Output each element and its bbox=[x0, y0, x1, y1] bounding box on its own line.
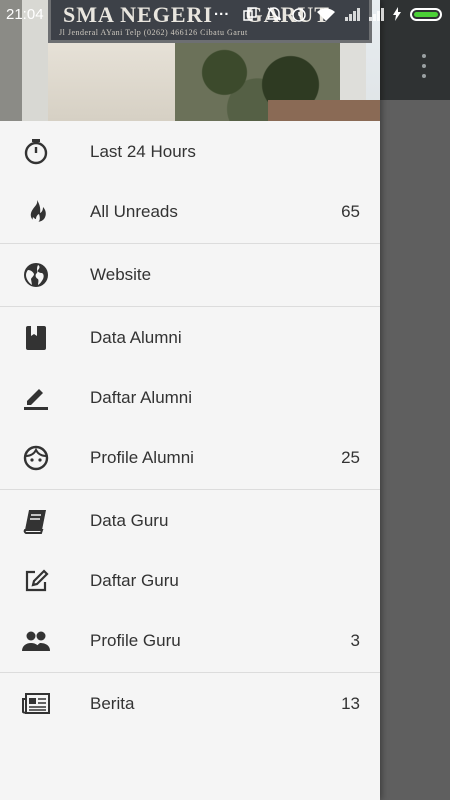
charging-icon bbox=[393, 7, 401, 21]
drawer-menu: Last 24 Hours All Unreads 65 Website Data Al… bbox=[0, 121, 380, 735]
menu-item-berita[interactable]: Berita 13 bbox=[0, 674, 380, 734]
book-icon bbox=[22, 507, 50, 535]
alarm-off-icon bbox=[266, 7, 282, 21]
battery-icon bbox=[410, 7, 442, 21]
alarm-clock-icon bbox=[292, 8, 306, 22]
menu-item-label: Data Guru bbox=[90, 511, 169, 530]
status-time: 21:04 bbox=[6, 6, 44, 23]
menu-item-last-24-hours[interactable]: Last 24 Hours bbox=[0, 122, 380, 182]
menu-item-label: Website bbox=[90, 265, 152, 284]
copy-icon bbox=[243, 7, 257, 21]
navigation-drawer: SMA NEGERI GARUT Jl Jenderal AYani Telp … bbox=[0, 0, 380, 800]
menu-item-label: Profile Alumni bbox=[90, 448, 194, 467]
menu-section: Data Alumni Daftar Alumni Profile Alumni 25 bbox=[0, 307, 380, 490]
menu-section: Last 24 Hours All Unreads 65 bbox=[0, 121, 380, 244]
unread-count: 65 bbox=[341, 202, 360, 221]
menu-section: Berita 13 bbox=[0, 673, 380, 735]
menu-item-data-alumni[interactable]: Data Alumni bbox=[0, 308, 380, 368]
menu-item-profile-alumni[interactable]: Profile Alumni 25 bbox=[0, 428, 380, 488]
pencil-icon bbox=[22, 384, 50, 412]
menu-item-label: Daftar Alumni bbox=[90, 388, 193, 407]
globe-icon bbox=[22, 261, 50, 289]
menu-item-label: Daftar Guru bbox=[90, 571, 179, 590]
signal-bars-icon-2 bbox=[369, 7, 384, 21]
signal-bars-icon bbox=[345, 7, 360, 21]
menu-item-label: Last 24 Hours bbox=[90, 142, 196, 161]
unread-count: 3 bbox=[350, 631, 360, 650]
menu-section: Data Guru Daftar Guru Profile Guru 3 bbox=[0, 490, 380, 673]
menu-item-label: Berita bbox=[90, 694, 135, 713]
menu-section: Website bbox=[0, 244, 380, 307]
status-dots: ... bbox=[214, 2, 230, 19]
fire-icon bbox=[22, 198, 50, 226]
menu-item-daftar-alumni[interactable]: Daftar Alumni bbox=[0, 368, 380, 428]
overflow-menu-icon[interactable] bbox=[416, 54, 432, 78]
unread-count: 25 bbox=[341, 448, 360, 467]
people-icon bbox=[22, 627, 50, 655]
menu-item-data-guru[interactable]: Data Guru bbox=[0, 491, 380, 551]
menu-item-label: Profile Guru bbox=[90, 631, 181, 650]
face-icon bbox=[22, 444, 50, 472]
newspaper-icon bbox=[22, 690, 50, 718]
menu-item-label: All Unreads bbox=[90, 202, 178, 221]
menu-item-website[interactable]: Website bbox=[0, 245, 380, 305]
menu-item-daftar-guru[interactable]: Daftar Guru bbox=[0, 551, 380, 611]
status-bar: 21:04 ... bbox=[0, 0, 450, 30]
edit-square-icon bbox=[22, 567, 50, 595]
menu-item-profile-guru[interactable]: Profile Guru 3 bbox=[0, 611, 380, 671]
book-bookmark-icon bbox=[22, 324, 50, 352]
menu-item-label: Data Alumni bbox=[90, 328, 182, 347]
menu-item-all-unreads[interactable]: All Unreads 65 bbox=[0, 182, 380, 242]
wifi-icon bbox=[317, 7, 335, 21]
unread-count: 13 bbox=[341, 694, 360, 713]
stopwatch-icon bbox=[22, 138, 50, 166]
